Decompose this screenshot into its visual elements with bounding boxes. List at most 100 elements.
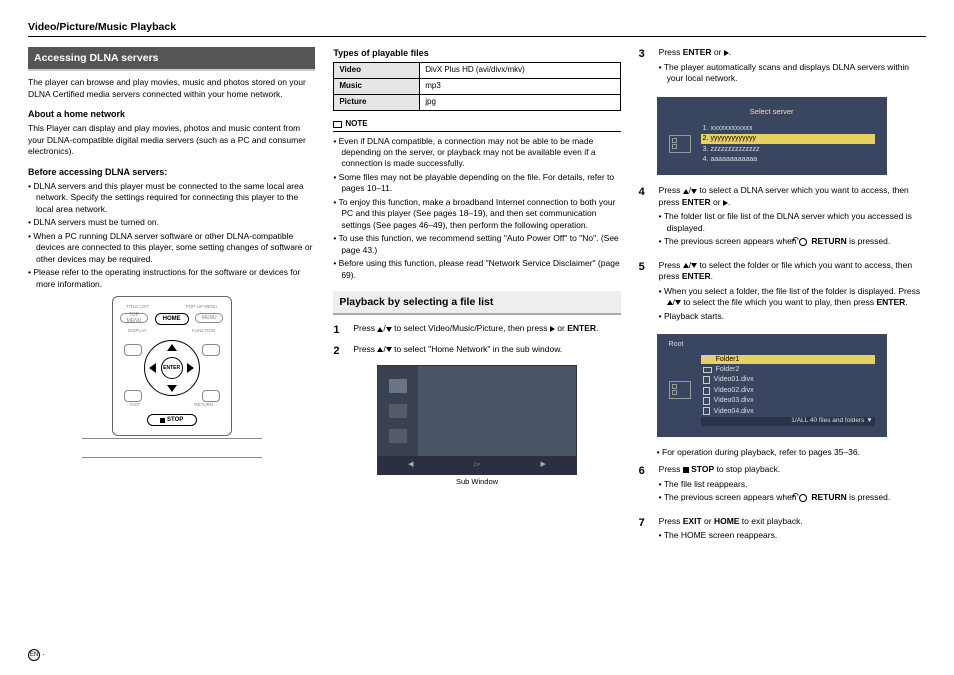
list-item: The folder list or file list of the DLNA… (659, 211, 926, 234)
home-network-icon: ⌂▫ (474, 460, 481, 469)
column-3: 3 Press ENTER or . The player automatica… (639, 47, 926, 554)
down-icon (386, 327, 392, 332)
up-icon (377, 327, 383, 332)
remote-illustration: TITLE LISTPOP-UP MENU TOP MENUHOMEMENU D… (82, 296, 262, 466)
stop-icon (683, 467, 689, 473)
select-server-osd: Select server 1. xxxxxxxxxxxx 2. yyyyyyy… (657, 97, 887, 176)
content-columns: Accessing DLNA servers The player can br… (28, 47, 926, 554)
page-separator: · (42, 650, 45, 661)
dpad-down-icon (167, 385, 177, 392)
note-icon (333, 121, 342, 128)
photo-icon (389, 429, 407, 443)
table-cell: mp3 (420, 79, 620, 95)
table-cell: jpg (420, 94, 620, 110)
intro-text: The player can browse and play movies, m… (28, 77, 315, 100)
page-header: Video/Picture/Music Playback (28, 20, 926, 37)
list-item: The player automatically scans and displ… (659, 62, 926, 85)
filmstrip-icon (669, 381, 691, 399)
return-icon (799, 494, 807, 502)
up-icon (377, 347, 383, 352)
note-heading: NOTE (333, 119, 620, 132)
list-item: Even if DLNA compatible, a connection ma… (333, 136, 620, 170)
list-item: 4. aaaaaaaaaaaa (701, 155, 875, 164)
list-item: When a PC running DLNA server software o… (28, 231, 315, 265)
step-4: 4 Press / to select a DLNA server which … (639, 185, 926, 253)
before-list: DLNA servers and this player must be con… (28, 181, 315, 290)
return-icon (799, 238, 807, 246)
file-types-table: VideoDivX Plus HD (avi/divx/mkv) Musicmp… (333, 62, 620, 110)
home-button: HOME (155, 313, 189, 325)
list-item: The previous screen appears when RETURN … (659, 236, 926, 247)
folder-icon (703, 356, 712, 362)
list-item: The HOME screen reappears. (659, 530, 926, 541)
sub-window-screenshot: ◀⌂▫▶ (377, 365, 577, 475)
osd-title: Select server (669, 107, 875, 117)
step-2: 2 Press / to select "Home Network" in th… (333, 344, 620, 359)
list-item: Playback starts. (659, 311, 926, 322)
list-item: Video03.divx (701, 396, 875, 405)
osd-breadcrumb: Root (669, 340, 875, 349)
subwindow-caption: Sub Window (333, 477, 620, 487)
dpad-left-icon (149, 363, 156, 373)
column-2: Types of playable files VideoDivX Plus H… (333, 47, 620, 554)
list-item: Video04.divx (701, 407, 875, 416)
file-icon (703, 407, 710, 415)
step-7: 7 Press EXIT or HOME to exit playback. T… (639, 516, 926, 548)
list-item: DLNA servers must be turned on. (28, 217, 315, 228)
stop-button: STOP (147, 414, 197, 426)
about-text: This Player can display and play movies,… (28, 123, 315, 157)
before-heading: Before accessing DLNA servers: (28, 166, 315, 178)
top-menu-button: TOP MENU (120, 313, 148, 323)
dpad: ENTER (132, 338, 212, 398)
list-item: 1. xxxxxxxxxxxx (701, 124, 875, 133)
about-heading: About a home network (28, 108, 315, 120)
section-playback-filelist: Playback by selecting a file list (333, 291, 620, 315)
note-list: Even if DLNA compatible, a connection ma… (333, 136, 620, 282)
list-item: When you select a folder, the file list … (659, 286, 926, 309)
step-3: 3 Press ENTER or . The player automatica… (639, 47, 926, 90)
column-1: Accessing DLNA servers The player can br… (28, 47, 315, 554)
list-item: Some files may not be playable depending… (333, 172, 620, 195)
music-icon (389, 404, 407, 418)
play-icon (550, 326, 555, 332)
types-heading: Types of playable files (333, 47, 620, 59)
list-item: The file list reappears. (659, 479, 926, 490)
filmstrip-icon (669, 135, 691, 153)
list-item: 2. yyyyyyyyyyyyy (701, 134, 875, 143)
menu-button: MENU (195, 313, 223, 323)
dpad-right-icon (187, 363, 194, 373)
osd-status: 1/ALL 40 files and folders ▼ (701, 417, 875, 426)
file-list-osd: Root Folder1 Folder2 Video01.divx Video0… (657, 334, 887, 437)
page-footer: EN · (28, 649, 45, 661)
file-icon (703, 397, 710, 405)
list-item: DLNA servers and this player must be con… (28, 181, 315, 215)
folder-icon (703, 367, 712, 373)
down-icon (386, 347, 392, 352)
list-item: 3. zzzzzzzzzzzzzz (701, 145, 875, 154)
list-item: To enjoy this function, make a broadband… (333, 197, 620, 231)
list-item: Before using this function, please read … (333, 258, 620, 281)
list-item: Folder1 (701, 355, 875, 364)
step-6: 6 Press STOP to stop playback. The file … (639, 464, 926, 509)
list-item: Folder2 (701, 365, 875, 374)
list-item: Please refer to the operating instructio… (28, 267, 315, 290)
table-cell: Music (334, 79, 420, 95)
dpad-up-icon (167, 344, 177, 351)
file-icon (703, 387, 710, 395)
step-1: 1 Press / to select Video/Music/Picture,… (333, 323, 620, 338)
enter-button: ENTER (161, 357, 183, 379)
list-item: To use this function, we recommend setti… (333, 233, 620, 256)
list-item: Video01.divx (701, 375, 875, 384)
file-icon (703, 376, 710, 384)
list-item: The previous screen appears when RETURN … (659, 492, 926, 503)
table-cell: DivX Plus HD (avi/divx/mkv) (420, 63, 620, 79)
play-icon (724, 50, 729, 56)
section-accessing-dlna: Accessing DLNA servers (28, 47, 315, 71)
step-5: 5 Press / to select the folder or file w… (639, 260, 926, 328)
list-item: Video02.divx (701, 386, 875, 395)
language-badge-icon: EN (28, 649, 40, 661)
list-item: For operation during playback, refer to … (657, 447, 926, 458)
table-cell: Video (334, 63, 420, 79)
table-cell: Picture (334, 94, 420, 110)
video-icon (389, 379, 407, 393)
